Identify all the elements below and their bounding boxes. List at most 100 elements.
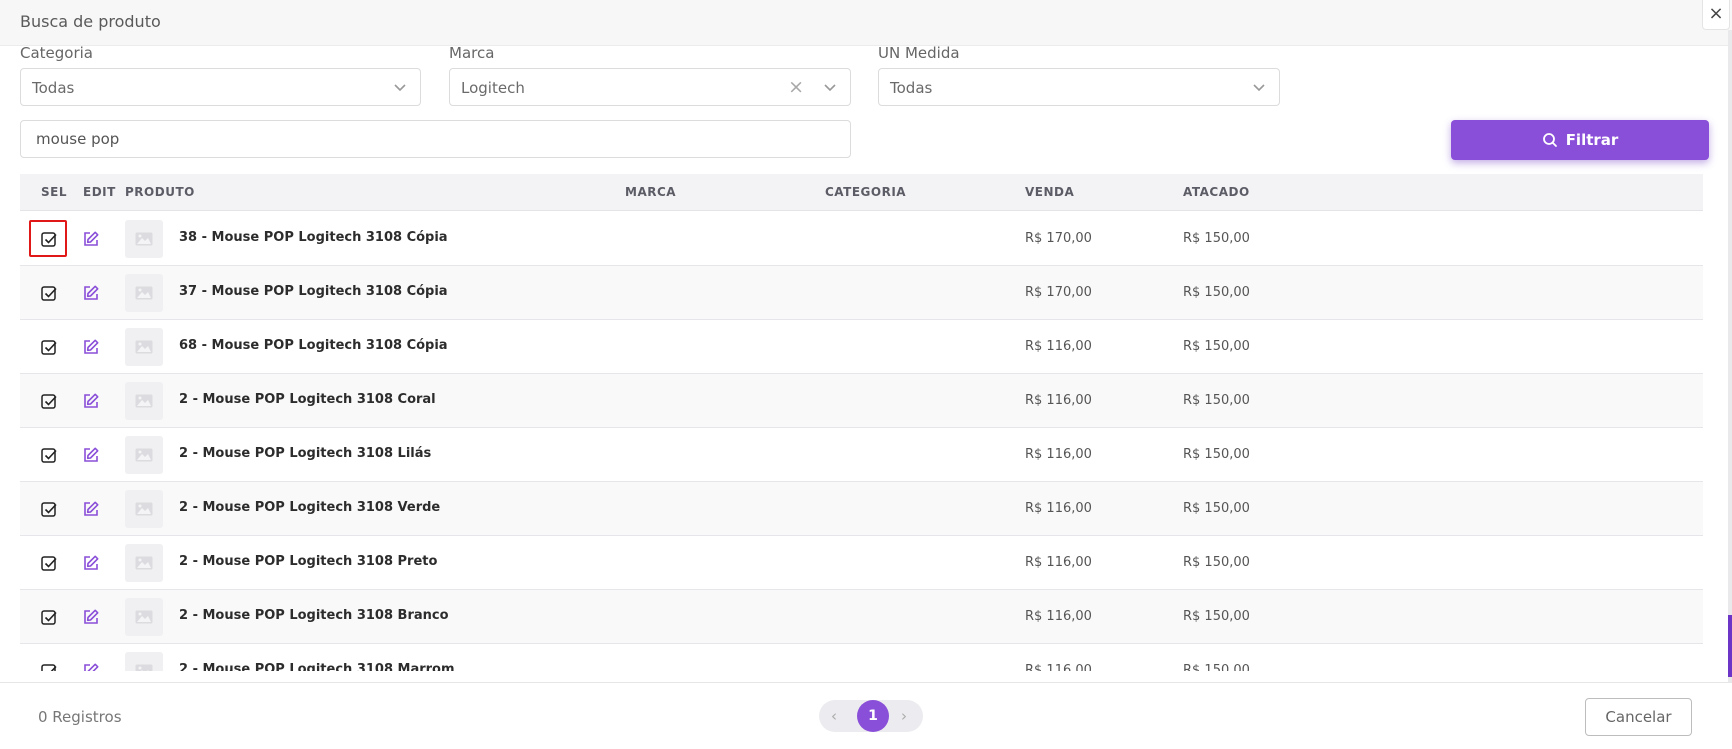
product-name: 2 - Mouse POP Logitech 3108 Branco bbox=[179, 608, 449, 623]
edit-icon[interactable] bbox=[82, 392, 100, 410]
background-accent bbox=[1728, 615, 1732, 677]
atacado-price: R$ 150,00 bbox=[1183, 555, 1250, 570]
table-row[interactable]: 2 - Mouse POP Logitech 3108 Lilás R$ 116,… bbox=[20, 428, 1703, 482]
edit-icon[interactable] bbox=[82, 338, 100, 356]
header-categoria[interactable]: CATEGORIA bbox=[825, 185, 906, 199]
header-edit: EDIT bbox=[83, 185, 116, 199]
image-placeholder-icon bbox=[125, 220, 163, 258]
image-placeholder-icon bbox=[125, 598, 163, 636]
previous-page-button[interactable]: ‹ bbox=[831, 707, 837, 725]
chevron-down-icon bbox=[824, 84, 836, 92]
table-row[interactable]: 2 - Mouse POP Logitech 3108 Preto R$ 116,… bbox=[20, 536, 1703, 590]
modal-title: Busca de produto bbox=[20, 12, 161, 31]
filtrar-label: Filtrar bbox=[1565, 131, 1619, 149]
venda-price: R$ 170,00 bbox=[1025, 285, 1092, 300]
atacado-price: R$ 150,00 bbox=[1183, 393, 1250, 408]
edit-icon[interactable] bbox=[82, 230, 100, 248]
modal-header bbox=[0, 0, 1732, 46]
venda-price: R$ 116,00 bbox=[1025, 339, 1092, 354]
venda-price: R$ 116,00 bbox=[1025, 609, 1092, 624]
categoria-label: Categoria bbox=[20, 44, 94, 62]
search-input[interactable] bbox=[20, 120, 851, 158]
marca-label: Marca bbox=[449, 44, 495, 62]
edit-icon[interactable] bbox=[82, 608, 100, 626]
product-name: 68 - Mouse POP Logitech 3108 Cópia bbox=[179, 338, 448, 353]
atacado-price: R$ 150,00 bbox=[1183, 447, 1250, 462]
table-row[interactable]: 37 - Mouse POP Logitech 3108 Cópia R$ 170… bbox=[20, 266, 1703, 320]
header-sel: SEL bbox=[41, 185, 67, 199]
image-placeholder-icon bbox=[125, 382, 163, 420]
image-placeholder-icon bbox=[125, 544, 163, 582]
venda-price: R$ 116,00 bbox=[1025, 501, 1092, 516]
edit-icon[interactable] bbox=[82, 446, 100, 464]
product-name: 2 - Mouse POP Logitech 3108 Preto bbox=[179, 554, 438, 569]
search-icon bbox=[1542, 133, 1557, 147]
checkbox-checked-icon[interactable] bbox=[41, 555, 57, 571]
atacado-price: R$ 150,00 bbox=[1183, 231, 1250, 246]
venda-price: R$ 116,00 bbox=[1025, 447, 1092, 462]
checkbox-checked-icon[interactable] bbox=[41, 339, 57, 355]
header-venda[interactable]: VENDA bbox=[1025, 185, 1074, 199]
table-row[interactable]: 68 - Mouse POP Logitech 3108 Cópia R$ 116… bbox=[20, 320, 1703, 374]
selection-highlight bbox=[29, 220, 67, 257]
un-medida-label: UN Medida bbox=[878, 44, 960, 62]
categoria-select[interactable]: Todas bbox=[20, 68, 421, 106]
marca-select[interactable]: Logitech × bbox=[449, 68, 851, 106]
checkbox-checked-icon[interactable] bbox=[41, 663, 57, 671]
product-name: 37 - Mouse POP Logitech 3108 Cópia bbox=[179, 284, 448, 299]
categoria-value: Todas bbox=[32, 79, 75, 97]
venda-price: R$ 116,00 bbox=[1025, 393, 1092, 408]
checkbox-checked-icon[interactable] bbox=[41, 393, 57, 409]
edit-icon[interactable] bbox=[82, 284, 100, 302]
results-table: SEL EDIT PRODUTO MARCA CATEGORIA VENDA A… bbox=[20, 174, 1703, 671]
marca-value: Logitech bbox=[461, 79, 525, 97]
product-name: 2 - Mouse POP Logitech 3108 Marrom bbox=[179, 662, 455, 671]
clear-icon[interactable]: × bbox=[788, 76, 804, 98]
atacado-price: R$ 150,00 bbox=[1183, 501, 1250, 516]
atacado-price: R$ 150,00 bbox=[1183, 285, 1250, 300]
chevron-down-icon bbox=[394, 84, 406, 92]
table-row[interactable]: 2 - Mouse POP Logitech 3108 Marrom R$ 116… bbox=[20, 644, 1703, 671]
atacado-price: R$ 150,00 bbox=[1183, 663, 1250, 671]
edit-icon[interactable] bbox=[82, 662, 100, 671]
image-placeholder-icon bbox=[125, 328, 163, 366]
un-medida-select[interactable]: Todas bbox=[878, 68, 1280, 106]
atacado-price: R$ 150,00 bbox=[1183, 339, 1250, 354]
table-row[interactable]: 38 - Mouse POP Logitech 3108 Cópia R$ 170… bbox=[20, 212, 1703, 266]
header-produto[interactable]: PRODUTO bbox=[125, 185, 195, 199]
checkbox-checked-icon[interactable] bbox=[41, 501, 57, 517]
venda-price: R$ 170,00 bbox=[1025, 231, 1092, 246]
table-row[interactable]: 2 - Mouse POP Logitech 3108 Coral R$ 116,… bbox=[20, 374, 1703, 428]
table-row[interactable]: 2 - Mouse POP Logitech 3108 Verde R$ 116,… bbox=[20, 482, 1703, 536]
atacado-price: R$ 150,00 bbox=[1183, 609, 1250, 624]
page-1-button[interactable]: 1 bbox=[857, 700, 889, 732]
edit-icon[interactable] bbox=[82, 500, 100, 518]
filtrar-button[interactable]: Filtrar bbox=[1451, 120, 1709, 160]
image-placeholder-icon bbox=[125, 436, 163, 474]
header-marca[interactable]: MARCA bbox=[625, 185, 676, 199]
next-page-button[interactable]: › bbox=[901, 707, 907, 725]
checkbox-checked-icon[interactable] bbox=[41, 609, 57, 625]
un-medida-value: Todas bbox=[890, 79, 933, 97]
image-placeholder-icon bbox=[125, 274, 163, 312]
cancel-button[interactable]: Cancelar bbox=[1585, 698, 1692, 736]
table-row[interactable]: 2 - Mouse POP Logitech 3108 Branco R$ 116… bbox=[20, 590, 1703, 644]
image-placeholder-icon bbox=[125, 652, 163, 671]
registros-count: 0 Registros bbox=[38, 708, 122, 726]
product-name: 2 - Mouse POP Logitech 3108 Lilás bbox=[179, 446, 432, 461]
background-edge bbox=[1728, 30, 1732, 749]
product-name: 2 - Mouse POP Logitech 3108 Verde bbox=[179, 500, 441, 515]
checkbox-checked-icon[interactable] bbox=[41, 285, 57, 301]
product-name: 38 - Mouse POP Logitech 3108 Cópia bbox=[179, 230, 448, 245]
checkbox-checked-icon[interactable] bbox=[41, 447, 57, 463]
header-atacado[interactable]: ATACADO bbox=[1183, 185, 1250, 199]
product-name: 2 - Mouse POP Logitech 3108 Coral bbox=[179, 392, 436, 407]
table-header: SEL EDIT PRODUTO MARCA CATEGORIA VENDA A… bbox=[20, 174, 1703, 211]
venda-price: R$ 116,00 bbox=[1025, 555, 1092, 570]
close-button[interactable]: × bbox=[1702, 0, 1730, 30]
chevron-down-icon bbox=[1253, 84, 1265, 92]
edit-icon[interactable] bbox=[82, 554, 100, 572]
image-placeholder-icon bbox=[125, 490, 163, 528]
pagination: ‹ 1 › bbox=[819, 700, 923, 732]
venda-price: R$ 116,00 bbox=[1025, 663, 1092, 671]
